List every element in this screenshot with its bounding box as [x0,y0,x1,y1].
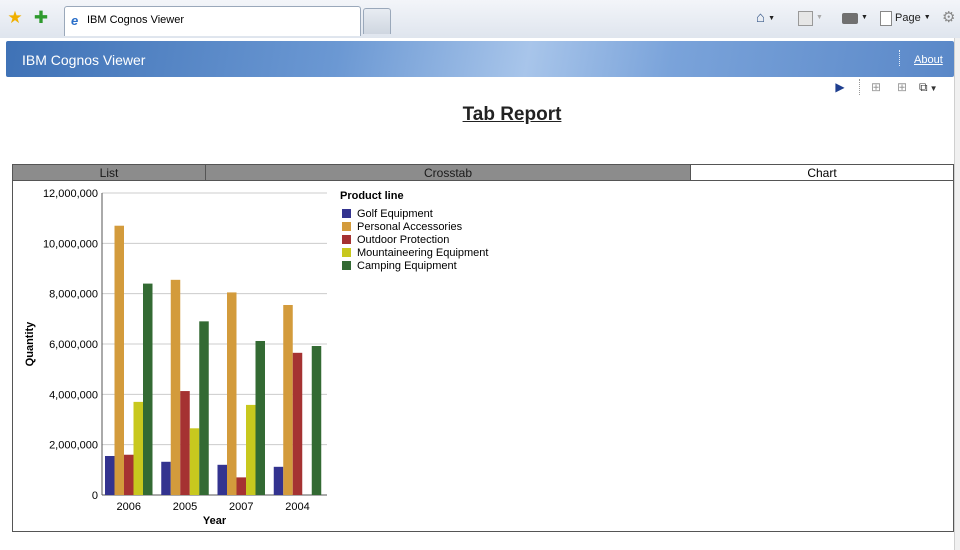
chevron-down-icon: ▼ [929,84,938,93]
bar [105,455,115,495]
bar [246,404,256,495]
x-tick-label: 2006 [117,501,141,513]
y-tick-label: 6,000,000 [49,339,98,351]
bar [180,391,190,495]
y-tick-label: 12,000,000 [43,188,98,200]
viewer-header-banner: IBM Cognos Viewer About [6,41,954,77]
drill-up-button[interactable]: ⊞ [893,78,911,96]
bar [273,466,284,495]
chevron-down-icon: ▼ [768,15,775,23]
chart-panel: 0 2,000,000 4,000,000 6,000,000 8,000,000 10,… [12,181,954,532]
view-in-format-icon: ⧉ [919,80,928,94]
legend-swatch [342,222,351,231]
legend-item: Mountaineering Equipment [357,247,488,259]
x-tick-label: 2004 [285,501,309,513]
tools-gear-icon[interactable]: ⚙ [942,9,955,27]
new-tab-button[interactable] [363,8,391,34]
feeds-button[interactable]: ▼ [798,9,823,27]
chevron-down-icon: ▼ [861,14,868,22]
play-icon: ▶ [835,80,845,94]
legend-swatch [342,248,351,257]
browser-toolbar: ★ ✚ e IBM Cognos Viewer ⌂ ▼ ▼ ▼ Page ▼ ⚙ [0,0,960,39]
legend-item: Golf Equipment [357,208,433,220]
y-tick-label: 10,000,000 [43,238,98,250]
page-menu-label: Page [895,12,921,24]
chevron-down-icon: ▼ [816,14,823,22]
bar [311,346,322,495]
bar [143,283,153,495]
add-favorite-icon[interactable]: ✚ [32,9,50,27]
y-axis-title: Quantity [24,321,36,366]
y-tick-label: 4,000,000 [49,389,98,401]
bar-chart: 0 2,000,000 4,000,000 6,000,000 8,000,000 10,… [24,188,488,527]
x-tick-label: 2007 [229,501,253,513]
legend-item: Camping Equipment [357,260,457,272]
viewer-title: IBM Cognos Viewer [22,52,146,68]
browser-tab-active[interactable]: e IBM Cognos Viewer [64,6,361,36]
tab-chart[interactable]: Chart [690,164,954,181]
ie-page-icon: e [71,13,79,28]
bar [292,352,303,495]
browser-tab-title: IBM Cognos Viewer [87,14,185,26]
drill-down-button[interactable]: ⊞ [867,78,885,96]
y-tick-label: 8,000,000 [49,289,98,301]
legend-title: Product line [340,190,404,202]
bar [189,428,200,495]
view-options-button[interactable]: ⧉ ▼ [919,78,951,96]
bar [255,340,265,495]
rss-feed-icon [798,10,813,26]
run-report-button[interactable]: ▶ [834,78,846,96]
bar [161,461,171,495]
header-divider [899,50,901,66]
y-tick-label: 0 [92,490,98,502]
chevron-down-icon: ▼ [923,14,931,22]
tab-crosstab[interactable]: Crosstab [205,164,691,181]
y-tick-label: 2,000,000 [49,440,98,452]
x-axis-title: Year [203,515,227,527]
cognos-viewer: IBM Cognos Viewer About ▶ ⊞ ⊞ ⧉ ▼ Tab Rep… [0,38,960,550]
tab-list[interactable]: List [12,164,206,181]
print-button[interactable]: ▼ [842,9,868,27]
bar [283,304,293,495]
bar [236,477,246,495]
toolbar-divider [859,79,861,95]
legend-swatch [342,235,351,244]
report-title: Tab Report [462,104,562,125]
legend-item: Outdoor Protection [357,234,449,246]
legend-item: Personal Accessories [357,221,463,233]
page-menu[interactable]: Page ▼ [880,9,931,27]
drill-down-icon: ⊞ [870,80,882,94]
page-icon [880,10,892,26]
report-tabs: List Crosstab Chart [12,164,954,182]
about-link[interactable]: About [914,54,943,66]
bar [199,321,209,495]
x-tick-label: 2005 [173,501,197,513]
bar [227,292,237,495]
legend-swatch [342,261,351,270]
favorites-star-icon[interactable]: ★ [6,9,24,27]
printer-icon [842,12,858,24]
bar [217,464,227,495]
bar [114,225,124,495]
bar [124,454,134,495]
home-icon: ⌂ [756,9,766,26]
bar [170,279,181,495]
home-button[interactable]: ⌂ ▼ [756,9,775,27]
legend-swatch [342,209,351,218]
drill-up-icon: ⊞ [896,80,908,94]
bar [133,401,143,495]
